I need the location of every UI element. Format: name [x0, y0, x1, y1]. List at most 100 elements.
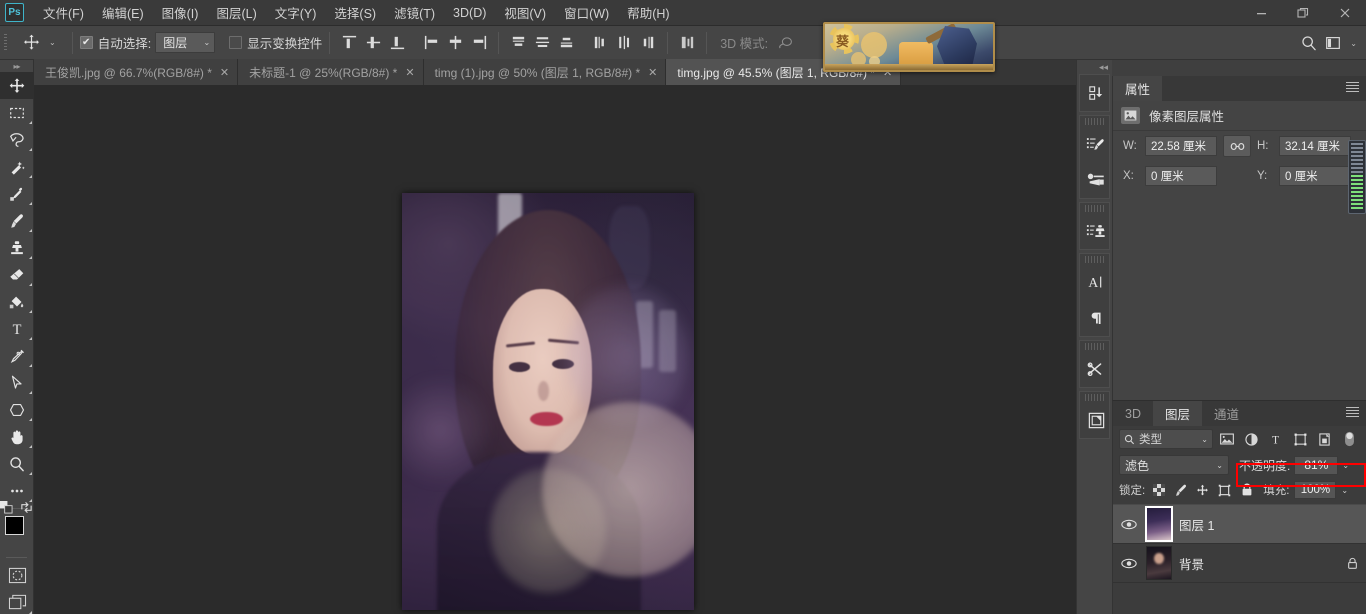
fill-chevron-down-icon[interactable]: ⌄: [1341, 486, 1348, 495]
close-icon[interactable]: ✕: [405, 66, 414, 79]
pen-tool[interactable]: [0, 342, 34, 369]
options-bar-grip[interactable]: [0, 26, 10, 60]
screen-mode-icon[interactable]: [0, 589, 34, 614]
layer-visibility-eye-icon[interactable]: [1119, 519, 1139, 530]
align-distribute-panel-icon[interactable]: [675, 31, 699, 55]
distribute-horizontal-centers-icon[interactable]: [612, 31, 636, 55]
eyedropper-tool[interactable]: [0, 180, 34, 207]
tab-properties[interactable]: 属性: [1113, 76, 1162, 101]
foreground-color-swatch[interactable]: [5, 516, 24, 535]
brush-tool[interactable]: [0, 207, 34, 234]
distribute-bottom-edges-icon[interactable]: [554, 31, 578, 55]
layer-row[interactable]: 背景: [1113, 544, 1366, 583]
layer-name[interactable]: 图层 1: [1179, 515, 1358, 534]
document-tab[interactable]: 未标题-1 @ 25%(RGB/8#) * ✕: [238, 59, 423, 85]
panel-menu-icon[interactable]: [1346, 407, 1359, 417]
filter-smart-object-icon[interactable]: [1314, 429, 1336, 449]
menu-help[interactable]: 帮助(H): [618, 0, 678, 25]
tab-channels[interactable]: 通道: [1202, 401, 1251, 426]
align-right-edges-icon[interactable]: [467, 31, 491, 55]
align-horizontal-centers-icon[interactable]: [443, 31, 467, 55]
minimize-button[interactable]: [1240, 0, 1282, 26]
menu-window[interactable]: 窗口(W): [555, 0, 618, 25]
layer-row-selected[interactable]: 图层 1: [1113, 505, 1366, 544]
close-icon[interactable]: ✕: [220, 66, 229, 79]
layer-filter-type-dropdown[interactable]: 类型 ⌄: [1119, 429, 1213, 449]
search-icon[interactable]: [1297, 31, 1321, 55]
auto-select-scope-dropdown[interactable]: 图层 ⌄: [155, 32, 215, 53]
align-vertical-centers-icon[interactable]: [361, 31, 385, 55]
clone-stamp-tool[interactable]: [0, 234, 34, 261]
maximize-button[interactable]: [1282, 0, 1324, 26]
x-input[interactable]: 0 厘米: [1145, 166, 1217, 186]
document-canvas[interactable]: [402, 193, 694, 610]
lasso-tool[interactable]: [0, 126, 34, 153]
menu-3d[interactable]: 3D(D): [444, 3, 495, 23]
align-bottom-edges-icon[interactable]: [385, 31, 409, 55]
zoom-tool[interactable]: [0, 450, 34, 477]
orbit-3d-icon[interactable]: [774, 31, 798, 55]
filter-pixel-icon[interactable]: [1216, 429, 1238, 449]
lock-artboard-nesting-icon[interactable]: [1216, 482, 1233, 499]
distribute-left-edges-icon[interactable]: [588, 31, 612, 55]
tab-3d[interactable]: 3D: [1113, 401, 1153, 426]
layer-thumbnail[interactable]: [1146, 546, 1172, 580]
hand-tool[interactable]: [0, 423, 34, 450]
character-panel-icon[interactable]: A: [1080, 264, 1112, 300]
menu-layer[interactable]: 图层(L): [207, 0, 265, 25]
filter-adjustment-icon[interactable]: [1241, 429, 1263, 449]
rail-grip[interactable]: [1085, 118, 1104, 125]
menu-file[interactable]: 文件(F): [34, 0, 93, 25]
layer-comps-icon[interactable]: [1080, 402, 1112, 438]
current-tool-preset[interactable]: ⌄: [10, 31, 65, 55]
layer-name[interactable]: 背景: [1179, 554, 1340, 573]
brush-presets-icon[interactable]: [1080, 126, 1112, 162]
auto-select-checkbox[interactable]: ✔: [80, 36, 93, 49]
history-panel-icon[interactable]: [1080, 75, 1112, 111]
document-tab[interactable]: timg (1).jpg @ 50% (图层 1, RGB/8#) * ✕: [424, 59, 667, 85]
close-button[interactable]: [1324, 0, 1366, 26]
menu-select[interactable]: 选择(S): [325, 0, 385, 25]
shape-tool[interactable]: [0, 396, 34, 423]
menu-view[interactable]: 视图(V): [495, 0, 555, 25]
tab-layers[interactable]: 图层: [1153, 401, 1202, 426]
lock-image-pixels-icon[interactable]: [1172, 482, 1189, 499]
rail-grip[interactable]: [1085, 343, 1104, 350]
tool-preset-chevron-down-icon[interactable]: ⌄: [44, 38, 61, 47]
filter-type-icon[interactable]: T: [1265, 429, 1287, 449]
rail-grip[interactable]: [1085, 205, 1104, 212]
menu-edit[interactable]: 编辑(E): [93, 0, 153, 25]
align-left-edges-icon[interactable]: [419, 31, 443, 55]
distribute-right-edges-icon[interactable]: [636, 31, 660, 55]
collapse-panels-icon[interactable]: ◂◂: [1077, 60, 1112, 74]
clone-source-icon[interactable]: [1080, 213, 1112, 249]
width-input[interactable]: 22.58 厘米: [1145, 136, 1217, 156]
rectangular-marquee-tool[interactable]: [0, 99, 34, 126]
paint-bucket-tool[interactable]: [0, 288, 34, 315]
expand-toolbar-icon[interactable]: ▸▸: [0, 60, 33, 72]
blend-mode-dropdown[interactable]: 滤色 ⌄: [1119, 455, 1229, 475]
distribute-top-edges-icon[interactable]: [506, 31, 530, 55]
canvas-area[interactable]: [34, 86, 1076, 614]
swap-colors-icon[interactable]: [20, 501, 33, 514]
lock-transparent-pixels-icon[interactable]: [1150, 482, 1167, 499]
move-tool[interactable]: [0, 72, 34, 99]
rail-grip[interactable]: [1085, 256, 1104, 263]
eraser-tool[interactable]: [0, 261, 34, 288]
tool-presets-icon[interactable]: [1080, 351, 1112, 387]
link-dimensions-icon[interactable]: [1223, 135, 1251, 157]
panel-menu-icon[interactable]: [1346, 82, 1359, 92]
opacity-chevron-down-icon[interactable]: ⌄: [1342, 461, 1349, 470]
rail-grip[interactable]: [1085, 394, 1104, 401]
workspace-switcher-icon[interactable]: [1321, 31, 1345, 55]
height-input[interactable]: 32.14 厘米: [1279, 136, 1351, 156]
lock-position-icon[interactable]: [1194, 482, 1211, 499]
opacity-input[interactable]: 81%: [1294, 456, 1338, 475]
menu-image[interactable]: 图像(I): [153, 0, 208, 25]
quick-mask-icon[interactable]: [0, 562, 34, 589]
align-top-edges-icon[interactable]: [337, 31, 361, 55]
menu-type[interactable]: 文字(Y): [266, 0, 326, 25]
filter-shape-icon[interactable]: [1290, 429, 1312, 449]
edit-toolbar-tool[interactable]: [0, 477, 34, 504]
paragraph-panel-icon[interactable]: [1080, 300, 1112, 336]
